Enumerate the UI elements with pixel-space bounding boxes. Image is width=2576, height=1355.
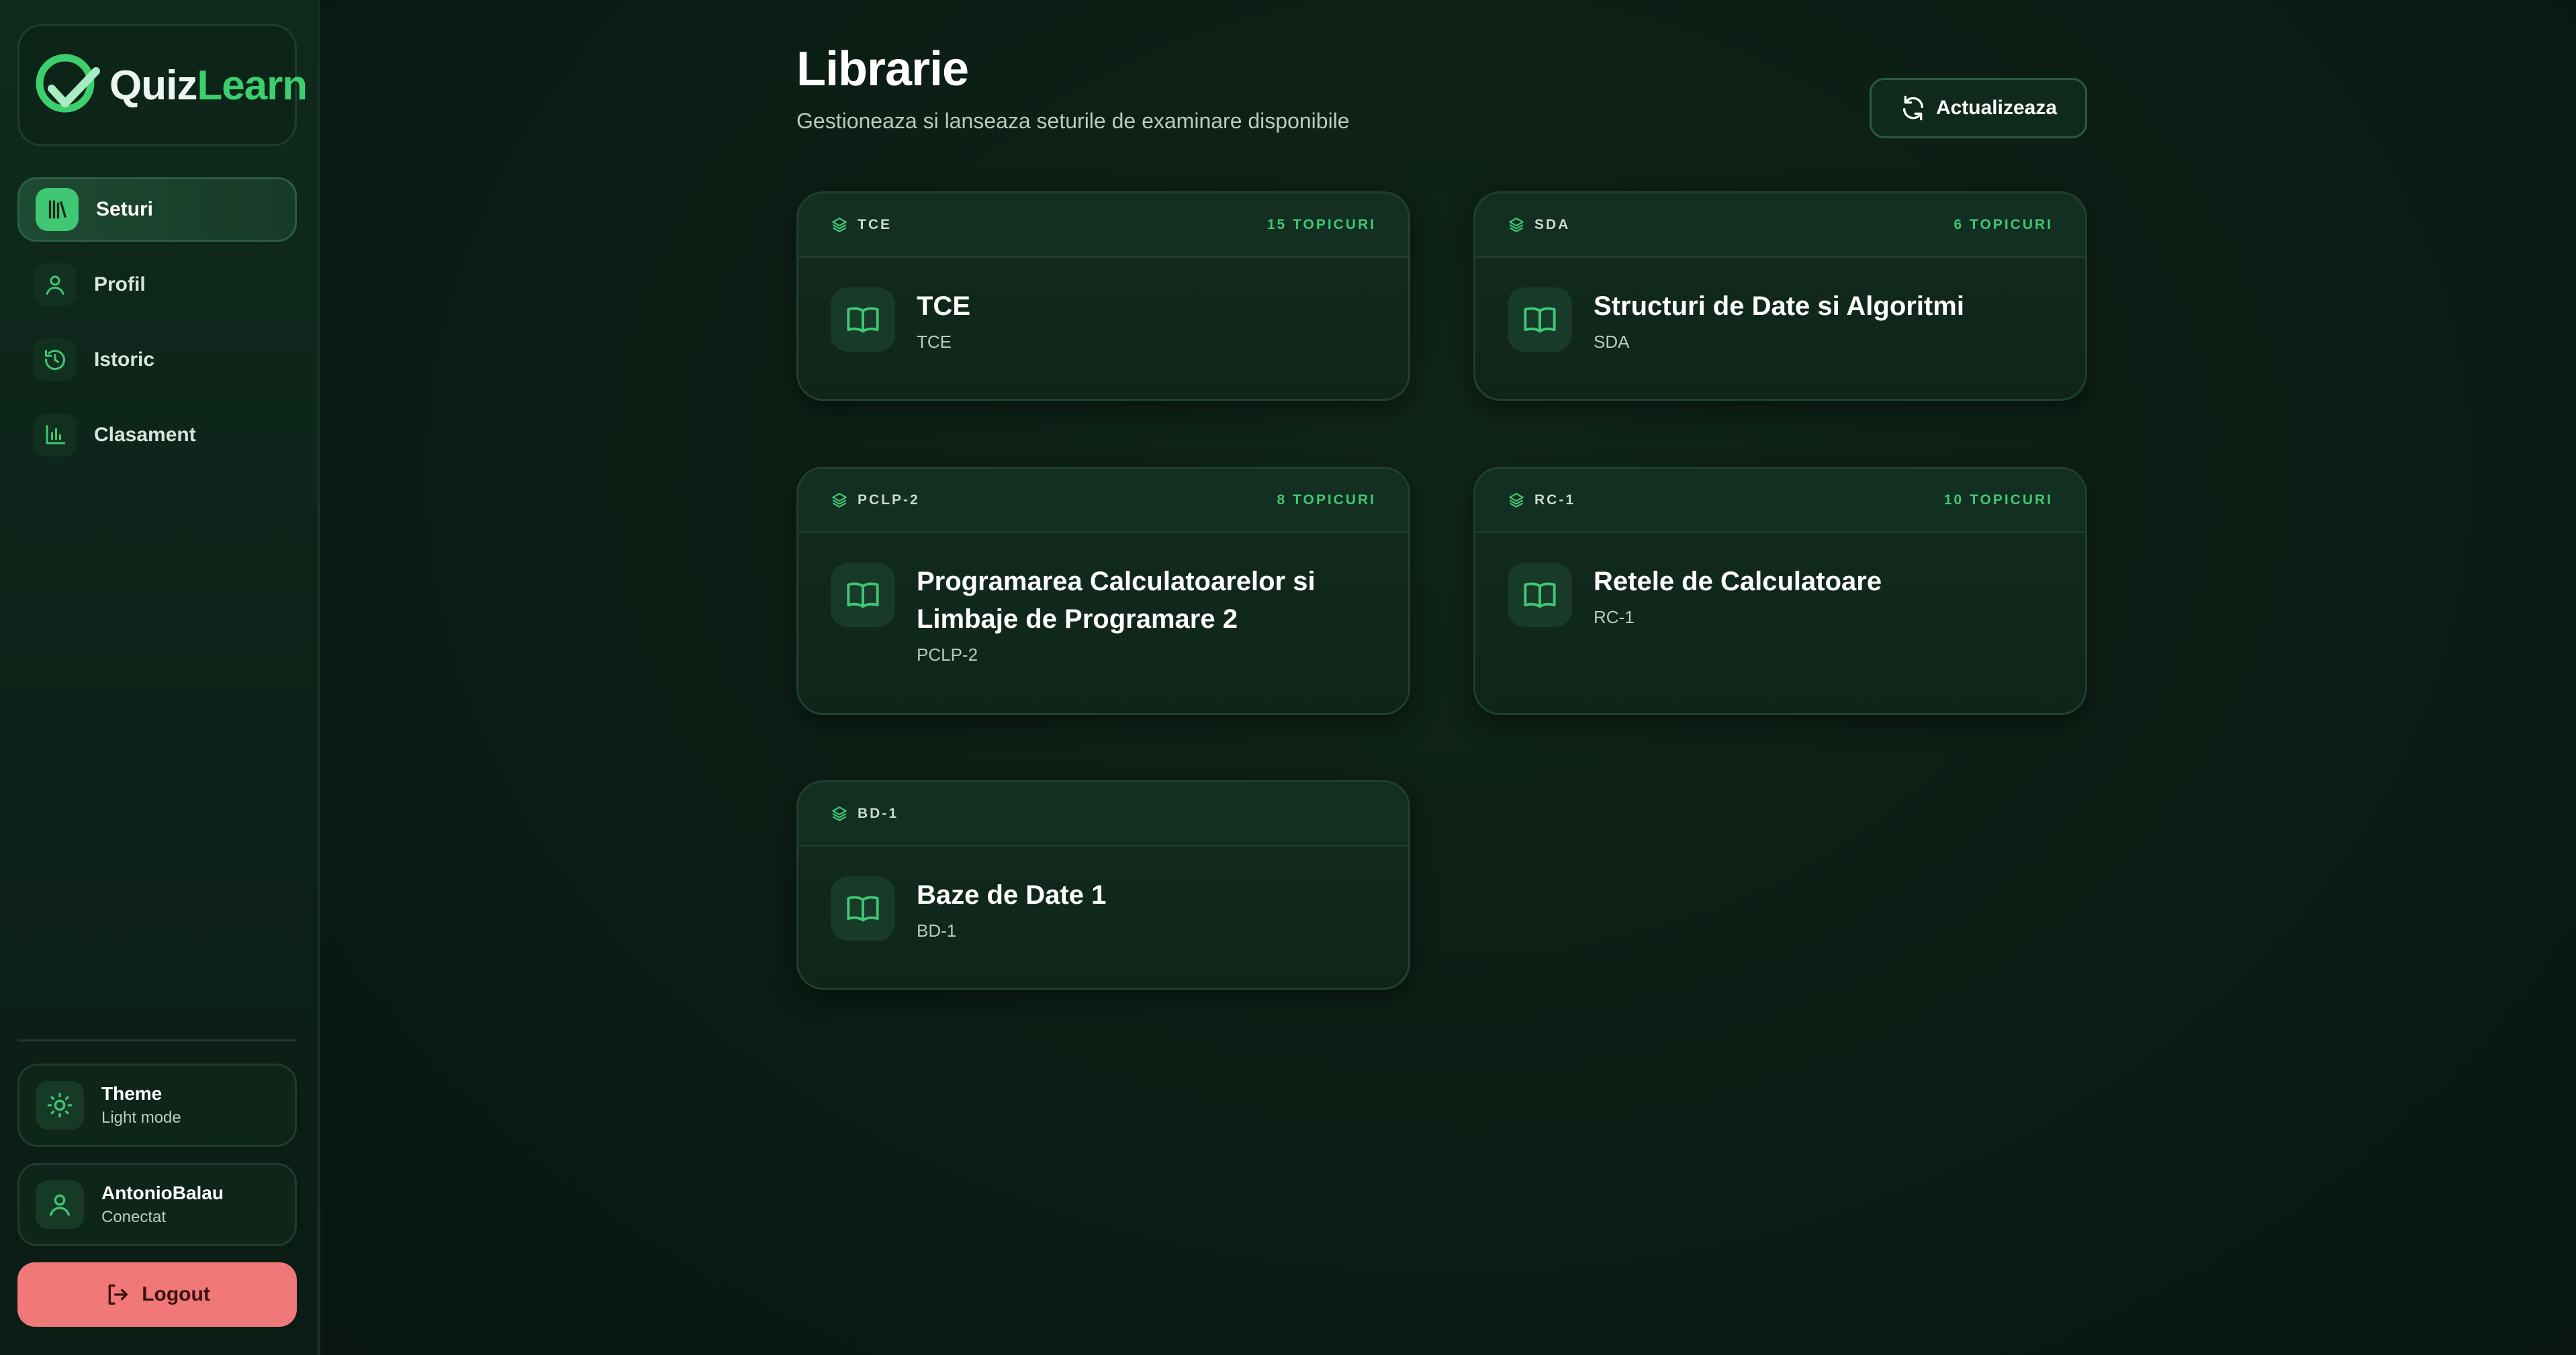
sun-icon	[36, 1081, 84, 1129]
set-code: TCE	[831, 216, 892, 234]
sidebar-item-label: Istoric	[94, 348, 155, 371]
book-icon	[831, 876, 895, 941]
card-title: Programarea Calculatoarelor si Limbaje d…	[917, 567, 1316, 634]
card-subtitle: BD-1	[917, 921, 957, 941]
topics-count: 10 TOPICURI	[1943, 492, 2053, 508]
card-header: BD-1	[798, 782, 1408, 847]
card-body: Programarea Calculatoarelor si Limbaje d…	[798, 533, 1408, 692]
card-header: TCE 15 TOPICURI	[798, 193, 1408, 258]
card-subtitle: PCLP-2	[917, 645, 978, 665]
card-body: Structuri de Date si Algoritmi SDA	[1475, 258, 2085, 379]
topics-count: 15 TOPICURI	[1267, 216, 1376, 232]
refresh-button[interactable]: Actualizeaza	[1870, 78, 2087, 138]
history-icon	[34, 338, 77, 381]
sidebar-item-label: Profil	[94, 273, 146, 295]
main-content: Librarie Gestioneaza si lanseaza seturil…	[322, 0, 2576, 1355]
sidebar-item-label: Seturi	[96, 198, 154, 220]
app-logo[interactable]: QuizLearn	[17, 24, 308, 146]
sidebar-item-istoric[interactable]: Istoric	[17, 328, 297, 392]
card-subtitle: RC-1	[1594, 607, 1635, 627]
bar-chart-icon	[34, 414, 77, 457]
refresh-label: Actualizeaza	[1935, 97, 2058, 119]
quiz-set-card-bd-1[interactable]: BD-1 Baze de Date 1 BD-1	[796, 780, 1410, 990]
logout-button[interactable]: Logout	[17, 1262, 297, 1327]
card-header: PCLP-2 8 TOPICURI	[798, 469, 1408, 533]
sidebar-nav: Seturi Profil Istoric Clasament	[17, 177, 297, 478]
app-name: QuizLearn	[109, 62, 308, 109]
card-text: Retele de Calculatoare RC-1	[1594, 563, 1882, 628]
card-title: Baze de Date 1	[917, 880, 1107, 910]
layers-icon	[1509, 217, 1524, 232]
set-code: BD-1	[831, 805, 899, 823]
card-title: TCE	[917, 291, 970, 321]
card-body: Baze de Date 1 BD-1	[798, 847, 1408, 968]
sidebar-divider	[17, 1039, 297, 1041]
card-subtitle: TCE	[917, 332, 952, 352]
card-body: Retele de Calculatoare RC-1	[1475, 533, 2085, 655]
book-icon	[831, 563, 895, 627]
page-subtitle: Gestioneaza si lanseaza seturile de exam…	[796, 109, 1350, 133]
book-icon	[1508, 563, 1572, 627]
card-header: SDA 6 TOPICURI	[1475, 193, 2085, 258]
theme-text: Theme Light mode	[101, 1083, 181, 1127]
card-text: TCE TCE	[917, 287, 970, 353]
card-text: Structuri de Date si Algoritmi SDA	[1594, 287, 1964, 353]
card-body: TCE TCE	[798, 258, 1408, 379]
layers-icon	[832, 806, 847, 821]
layers-icon	[832, 217, 847, 232]
refresh-icon	[1902, 95, 1923, 121]
user-text: AntonioBalau Conectat	[101, 1182, 224, 1227]
library-icon	[36, 188, 79, 231]
layers-icon	[1509, 492, 1524, 508]
quiz-set-card-pclp-2[interactable]: PCLP-2 8 TOPICURI Programarea Calculatoa…	[796, 467, 1410, 715]
user-icon	[36, 1180, 84, 1229]
page-title: Librarie	[796, 42, 969, 96]
topics-count: 6 TOPICURI	[1953, 216, 2053, 232]
theme-toggle[interactable]: Theme Light mode	[17, 1064, 297, 1147]
logo-check-icon	[36, 54, 100, 113]
theme-subtitle: Light mode	[101, 1109, 181, 1127]
theme-title: Theme	[101, 1083, 163, 1104]
user-icon	[34, 263, 77, 306]
set-code: PCLP-2	[831, 492, 920, 509]
card-header: RC-1 10 TOPICURI	[1475, 469, 2085, 533]
user-name: AntonioBalau	[101, 1182, 224, 1203]
sidebar: QuizLearn Seturi Profil Istoric Clasamen…	[0, 0, 320, 1355]
card-title: Structuri de Date si Algoritmi	[1594, 291, 1964, 321]
topics-count: 8 TOPICURI	[1277, 492, 1376, 508]
card-title: Retele de Calculatoare	[1594, 567, 1882, 596]
logout-icon	[108, 1284, 128, 1305]
quiz-set-card-sda[interactable]: SDA 6 TOPICURI Structuri de Date si Algo…	[1473, 191, 2087, 401]
quiz-set-card-tce[interactable]: TCE 15 TOPICURI TCE TCE	[796, 191, 1410, 401]
set-code: RC-1	[1508, 492, 1575, 509]
user-status: Conectat	[101, 1208, 167, 1226]
sidebar-item-profil[interactable]: Profil	[17, 252, 297, 317]
card-subtitle: SDA	[1594, 332, 1630, 352]
sidebar-item-clasament[interactable]: Clasament	[17, 403, 297, 467]
user-card[interactable]: AntonioBalau Conectat	[17, 1163, 297, 1246]
quiz-set-card-rc-1[interactable]: RC-1 10 TOPICURI Retele de Calculatoare …	[1473, 467, 2087, 715]
book-icon	[831, 287, 895, 352]
app-root: QuizLearn Seturi Profil Istoric Clasamen…	[0, 0, 2576, 1355]
card-text: Programarea Calculatoarelor si Limbaje d…	[917, 563, 1316, 665]
layers-icon	[832, 492, 847, 508]
card-text: Baze de Date 1 BD-1	[917, 876, 1106, 941]
set-code: SDA	[1508, 216, 1570, 234]
sidebar-item-label: Clasament	[94, 424, 196, 446]
book-icon	[1508, 287, 1572, 352]
logout-label: Logout	[142, 1283, 210, 1305]
sidebar-item-seturi[interactable]: Seturi	[17, 177, 297, 242]
